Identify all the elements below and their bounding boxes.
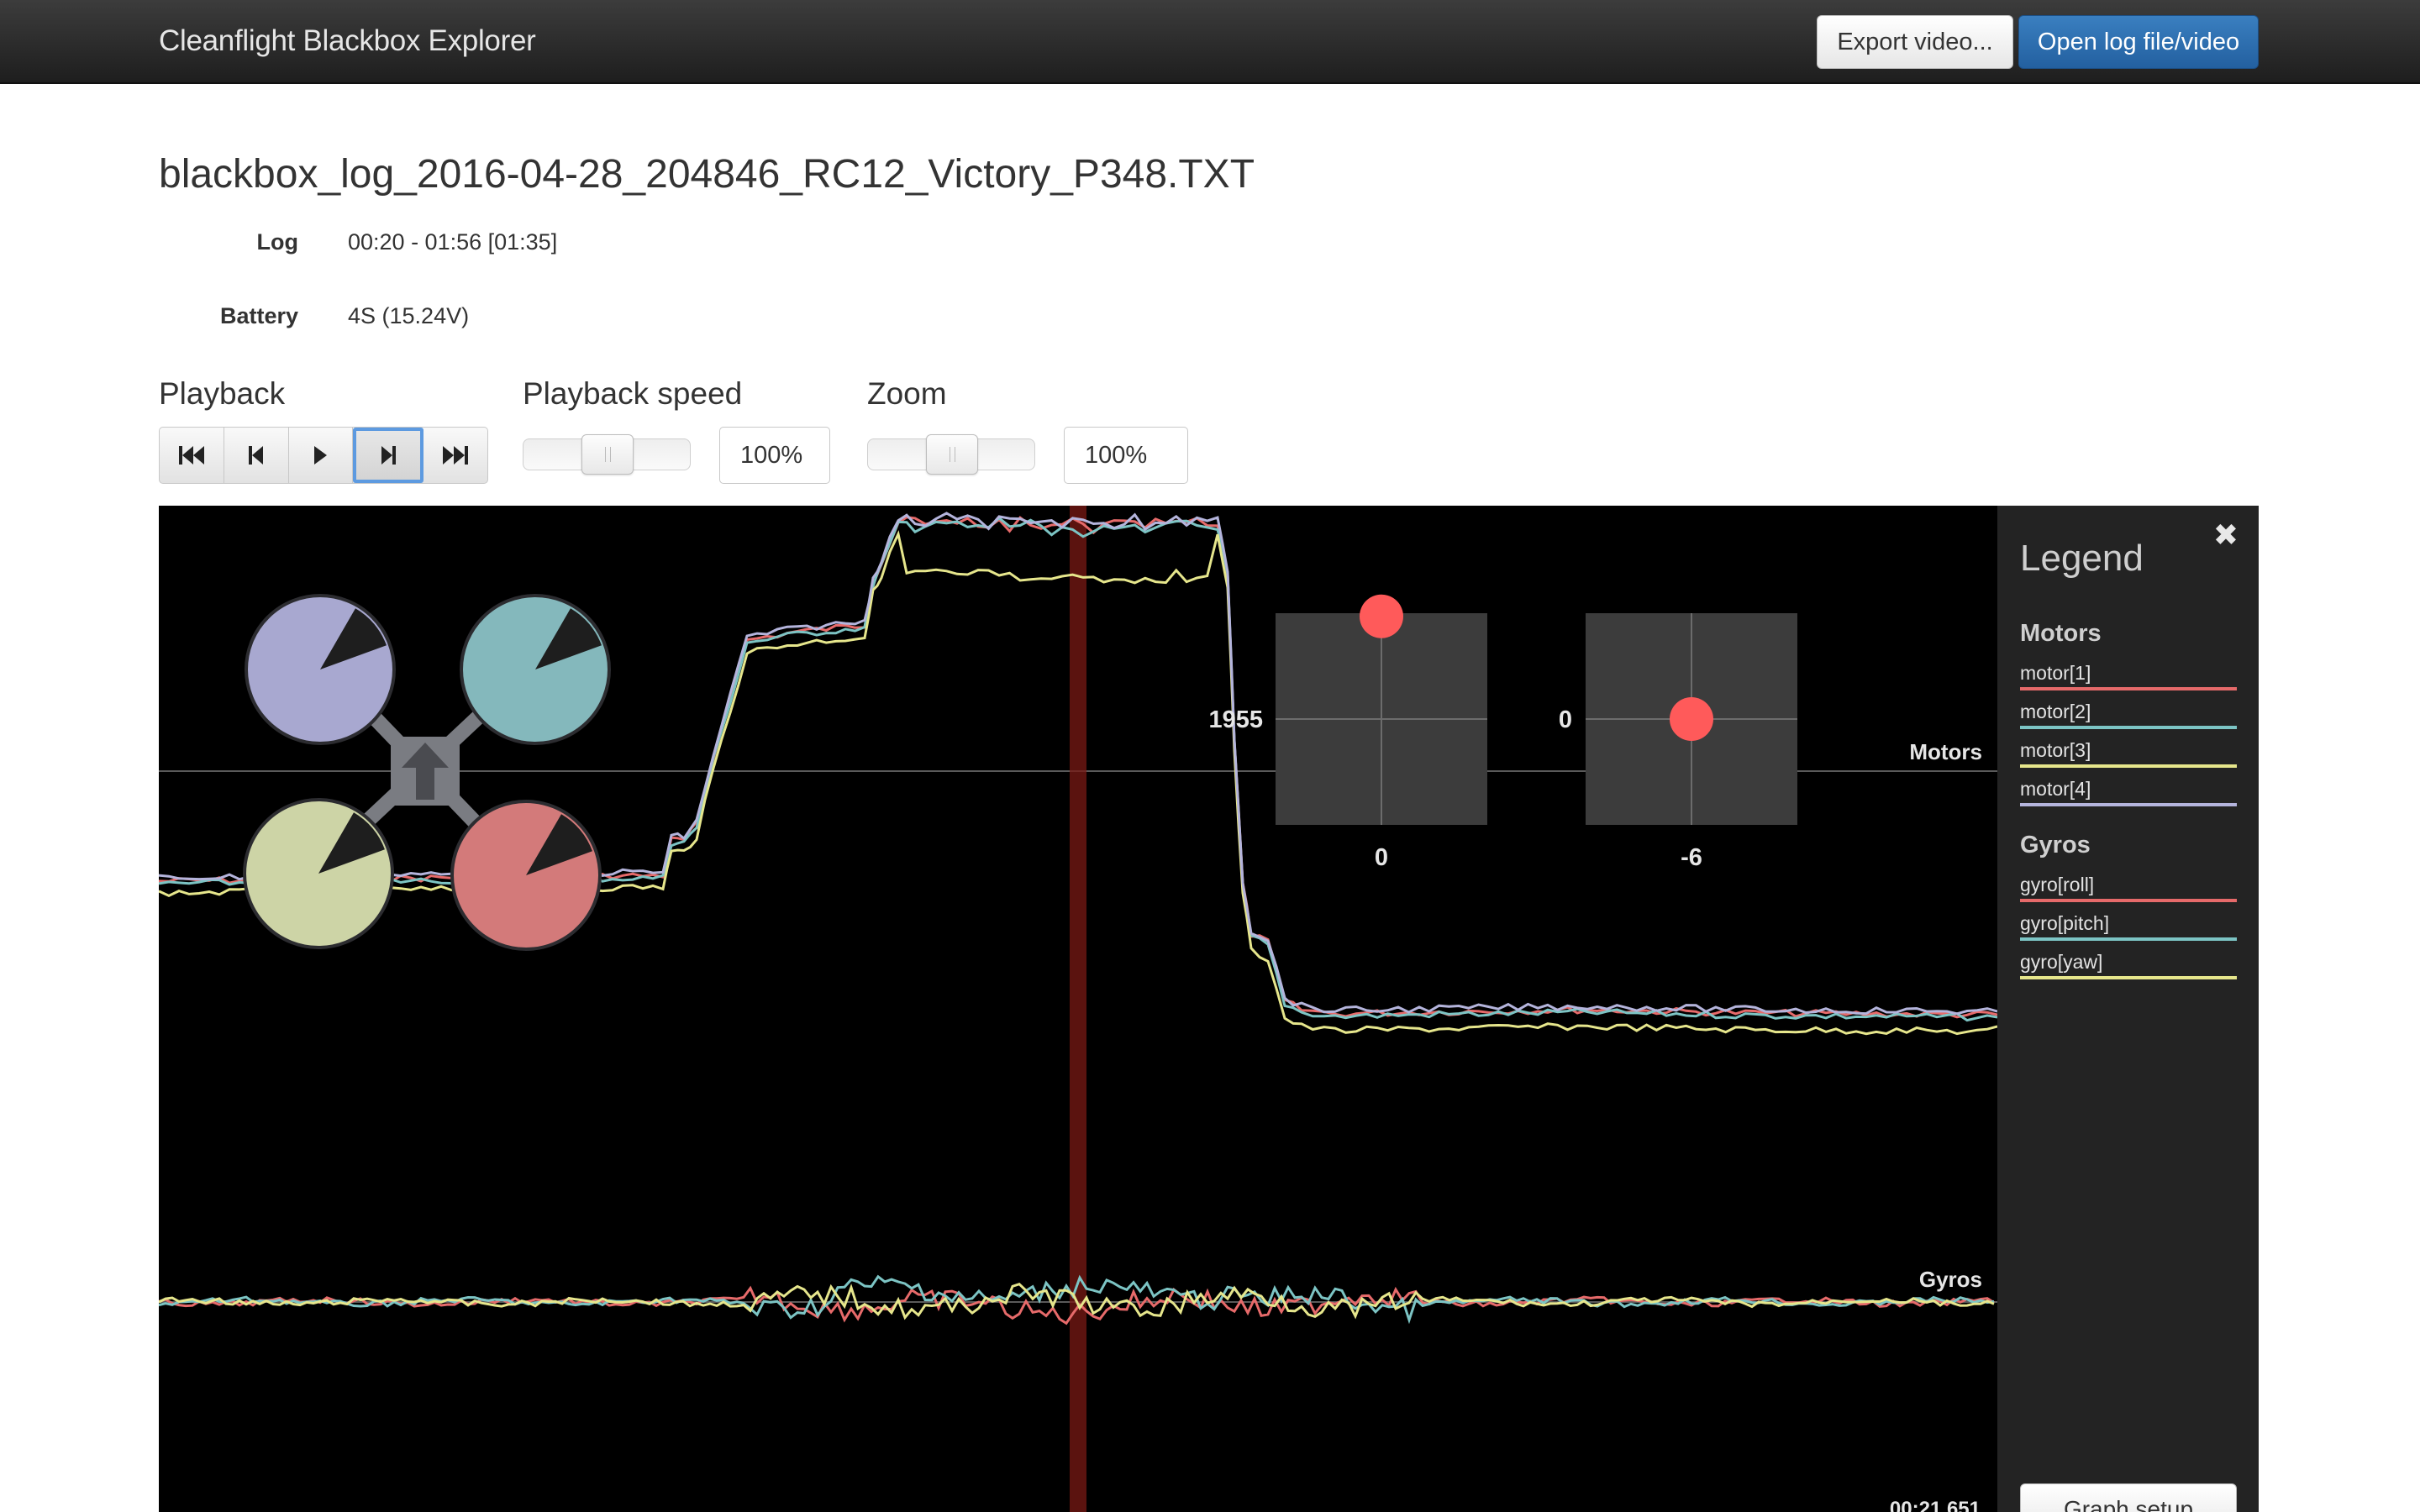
graph-plot: 1955 0 0 -6 Motors Gyros 00:21.651 [159, 506, 1997, 1512]
graph-canvas[interactable]: 1955 0 0 -6 Motors Gyros 00:21.651 [159, 506, 1997, 1512]
playback-button-group [159, 427, 488, 484]
zoom-input[interactable]: 100% [1064, 427, 1188, 484]
jump-to-end-button[interactable] [424, 428, 487, 483]
zoom-heading: Zoom [867, 376, 947, 411]
log-time-range: 00:20 - 01:56 [01:35] [348, 229, 558, 255]
close-icon[interactable]: ✖ [2212, 520, 2240, 550]
right-stick-roll-value: -6 [1681, 844, 1702, 871]
graph-setup-button[interactable]: Graph setup [2020, 1483, 2237, 1512]
step-back-icon [248, 446, 263, 465]
left-stick-position [1360, 594, 1403, 638]
log-filename-title: blackbox_log_2016-04-28_204846_RC12_Vict… [159, 152, 1255, 197]
playback-speed-input[interactable]: 100% [719, 427, 830, 484]
right-stick-pitch-value: 0 [1559, 706, 1572, 733]
battery-label: Battery [219, 303, 298, 328]
play-icon [314, 446, 328, 465]
playback-speed-slider[interactable] [523, 434, 691, 475]
jump-to-start-button[interactable] [160, 428, 224, 483]
legend-item-motor-1[interactable]: motor[1] [2020, 660, 2237, 690]
playback-speed-heading: Playback speed [523, 376, 743, 411]
step-forward-button[interactable] [353, 428, 424, 483]
legend-group-motors: Motors [2020, 620, 2102, 647]
legend-title: Legend [2020, 538, 2144, 579]
left-stick-throttle-value: 1955 [1208, 706, 1263, 733]
zoom-slider-handle[interactable] [926, 434, 978, 475]
playback-heading: Playback [159, 376, 286, 411]
step-forward-icon [381, 446, 397, 465]
legend-panel: Legend ✖ Motors motor[1] motor[2] motor[… [1997, 506, 2259, 1512]
motors-graph-label: Motors [1909, 739, 1982, 764]
left-stick-yaw-value: 0 [1375, 844, 1388, 871]
step-back-button[interactable] [224, 428, 289, 483]
log-label: Log [256, 229, 298, 255]
legend-item-motor-4[interactable]: motor[4] [2020, 776, 2237, 806]
craft-diagram [243, 594, 611, 951]
navbar: Cleanflight Blackbox Explorer Export vid… [0, 0, 2420, 84]
open-log-button[interactable]: Open log file/video [2018, 15, 2259, 69]
zoom-slider[interactable] [867, 434, 1035, 475]
legend-group-gyros: Gyros [2020, 832, 2091, 858]
playback-speed-slider-handle[interactable] [581, 434, 634, 475]
legend-item-motor-2[interactable]: motor[2] [2020, 699, 2237, 729]
app-title: Cleanflight Blackbox Explorer [159, 24, 536, 57]
right-stick-display: 0 -6 [1559, 613, 1797, 871]
time-label: 00:21.651 [1890, 1498, 1981, 1512]
battery-value: 4S (15.24V) [348, 303, 470, 328]
legend-item-gyro-pitch[interactable]: gyro[pitch] [2020, 911, 2237, 941]
left-stick-display: 1955 0 [1208, 594, 1487, 871]
play-button[interactable] [289, 428, 354, 483]
export-video-button[interactable]: Export video... [1817, 15, 2013, 69]
skip-to-end-icon [443, 446, 469, 465]
gyros-graph-label: Gyros [1919, 1267, 1982, 1292]
skip-to-start-icon [178, 446, 204, 465]
legend-item-gyro-yaw[interactable]: gyro[yaw] [2020, 949, 2237, 979]
legend-item-gyro-roll[interactable]: gyro[roll] [2020, 872, 2237, 902]
right-stick-position [1670, 697, 1713, 741]
legend-item-motor-3[interactable]: motor[3] [2020, 738, 2237, 768]
time-cursor [1070, 506, 1086, 1512]
